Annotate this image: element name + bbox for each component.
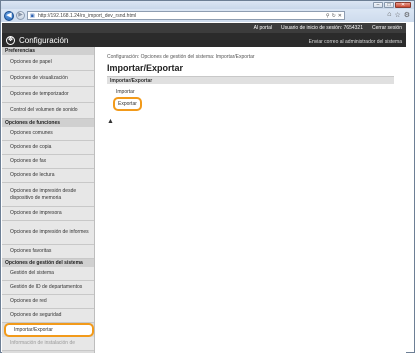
gear-icon[interactable]: ⚙ <box>404 11 410 19</box>
window-controls: – □ ✕ <box>373 2 411 8</box>
sidebar-item-volume[interactable]: Control del volumen de sonido <box>2 103 94 119</box>
url-text[interactable]: http://192.168.1.24/rs_import_dev_rsnd.h… <box>38 13 136 19</box>
back-button[interactable]: ◀ <box>4 10 14 21</box>
login-user-label: Usuario de inicio de sesión: <box>280 25 343 31</box>
favorites-star-icon[interactable]: ☆ <box>394 11 400 19</box>
import-link[interactable]: Importar <box>107 89 394 95</box>
sidebar-item-fax[interactable]: Opciones de fax <box>2 155 94 169</box>
address-tools: ⚲ ↻ ✕ <box>326 13 344 19</box>
address-bar[interactable]: ▣ http://192.168.1.24/rs_import_dev_rsnd… <box>27 11 345 20</box>
sidebar-item-display[interactable]: Opciones de visualización <box>2 71 94 87</box>
back-to-top-icon[interactable]: ▲ <box>107 118 114 125</box>
panel-header: Importar/Exportar <box>107 76 394 84</box>
export-link[interactable]: Exportar <box>113 97 142 111</box>
page-header-title: Configuración <box>19 35 69 45</box>
page-icon: ▣ <box>30 12 35 19</box>
portal-link[interactable]: Al portal <box>254 25 272 31</box>
sidebar-item-department-id[interactable]: Gestión de ID de departamentos <box>2 281 94 295</box>
minimize-button[interactable]: – <box>373 2 383 8</box>
sidebar-item-network[interactable]: Opciones de red <box>2 295 94 309</box>
sidebar-item-paper[interactable]: Opciones de papel <box>2 55 94 71</box>
sidebar-item-scan[interactable]: Opciones de lectura <box>2 169 94 183</box>
search-icon[interactable]: ⚲ <box>326 13 330 19</box>
maximize-button[interactable]: □ <box>384 2 394 8</box>
sidebar-section-preferences: Preferencias <box>2 47 94 55</box>
page-header: ✽ Configuración Enviar correo al adminis… <box>2 33 406 47</box>
sidebar-item-timer[interactable]: Opciones de temporizador <box>2 87 94 103</box>
content-area: Preferencias Opciones de papel Opciones … <box>2 47 406 353</box>
browser-toolbar-icons: ⌂ ☆ ⚙ <box>387 11 410 19</box>
browser-window: – □ ✕ ◀ ▶ ▣ http://192.168.1.24/rs_impor… <box>0 0 415 353</box>
top-navigation: Al portal Usuario de inicio de sesión: 7… <box>2 23 406 33</box>
sidebar-item-common[interactable]: Opciones comunes <box>2 127 94 141</box>
forward-button[interactable]: ▶ <box>16 11 25 20</box>
sidebar: Preferencias Opciones de papel Opciones … <box>2 47 95 353</box>
address-row: ◀ ▶ ▣ http://192.168.1.24/rs_import_dev_… <box>1 9 414 22</box>
breadcrumb: Configuración: Opciones de gestión del s… <box>107 54 255 60</box>
settings-logo-icon: ✽ <box>6 35 15 45</box>
main-panel: Configuración: Opciones de gestión del s… <box>95 47 406 353</box>
close-button[interactable]: ✕ <box>395 2 411 8</box>
email-admin-link[interactable]: Enviar correo al administrador del siste… <box>309 39 402 45</box>
sidebar-item-copy[interactable]: Opciones de copia <box>2 141 94 155</box>
title-bar: – □ ✕ <box>1 1 414 9</box>
sidebar-section-functions: Opciones de funciones <box>2 119 94 127</box>
sidebar-item-import-export[interactable]: Importar/Exportar <box>4 323 94 337</box>
logout-link[interactable]: Cerrar sesión <box>372 25 402 31</box>
login-user: Usuario de inicio de sesión: 7654321 <box>281 25 363 31</box>
sidebar-item-system-management[interactable]: Gestión del sistema <box>2 267 94 281</box>
page-title: Importar/Exportar <box>107 63 184 73</box>
sidebar-section-system: Opciones de gestión del sistema <box>2 259 94 267</box>
refresh-icon[interactable]: ↻ <box>332 13 336 19</box>
web-page: Al portal Usuario de inicio de sesión: 7… <box>2 23 406 353</box>
home-icon[interactable]: ⌂ <box>387 11 391 19</box>
sidebar-item-favorites[interactable]: Opciones favoritas <box>2 245 94 259</box>
sidebar-item-memory-print[interactable]: Opciones de impresión desde dispositivo … <box>2 183 94 207</box>
sidebar-item-install-info[interactable]: Información de instalación de <box>2 337 94 351</box>
sidebar-item-security[interactable]: Opciones de seguridad <box>2 309 94 323</box>
stop-icon[interactable]: ✕ <box>338 13 342 19</box>
sidebar-item-printer[interactable]: Opciones de impresora <box>2 207 94 221</box>
login-user-id: 7654321 <box>343 25 363 31</box>
sidebar-item-report-print[interactable]: Opciones de impresión de informes <box>2 221 94 245</box>
